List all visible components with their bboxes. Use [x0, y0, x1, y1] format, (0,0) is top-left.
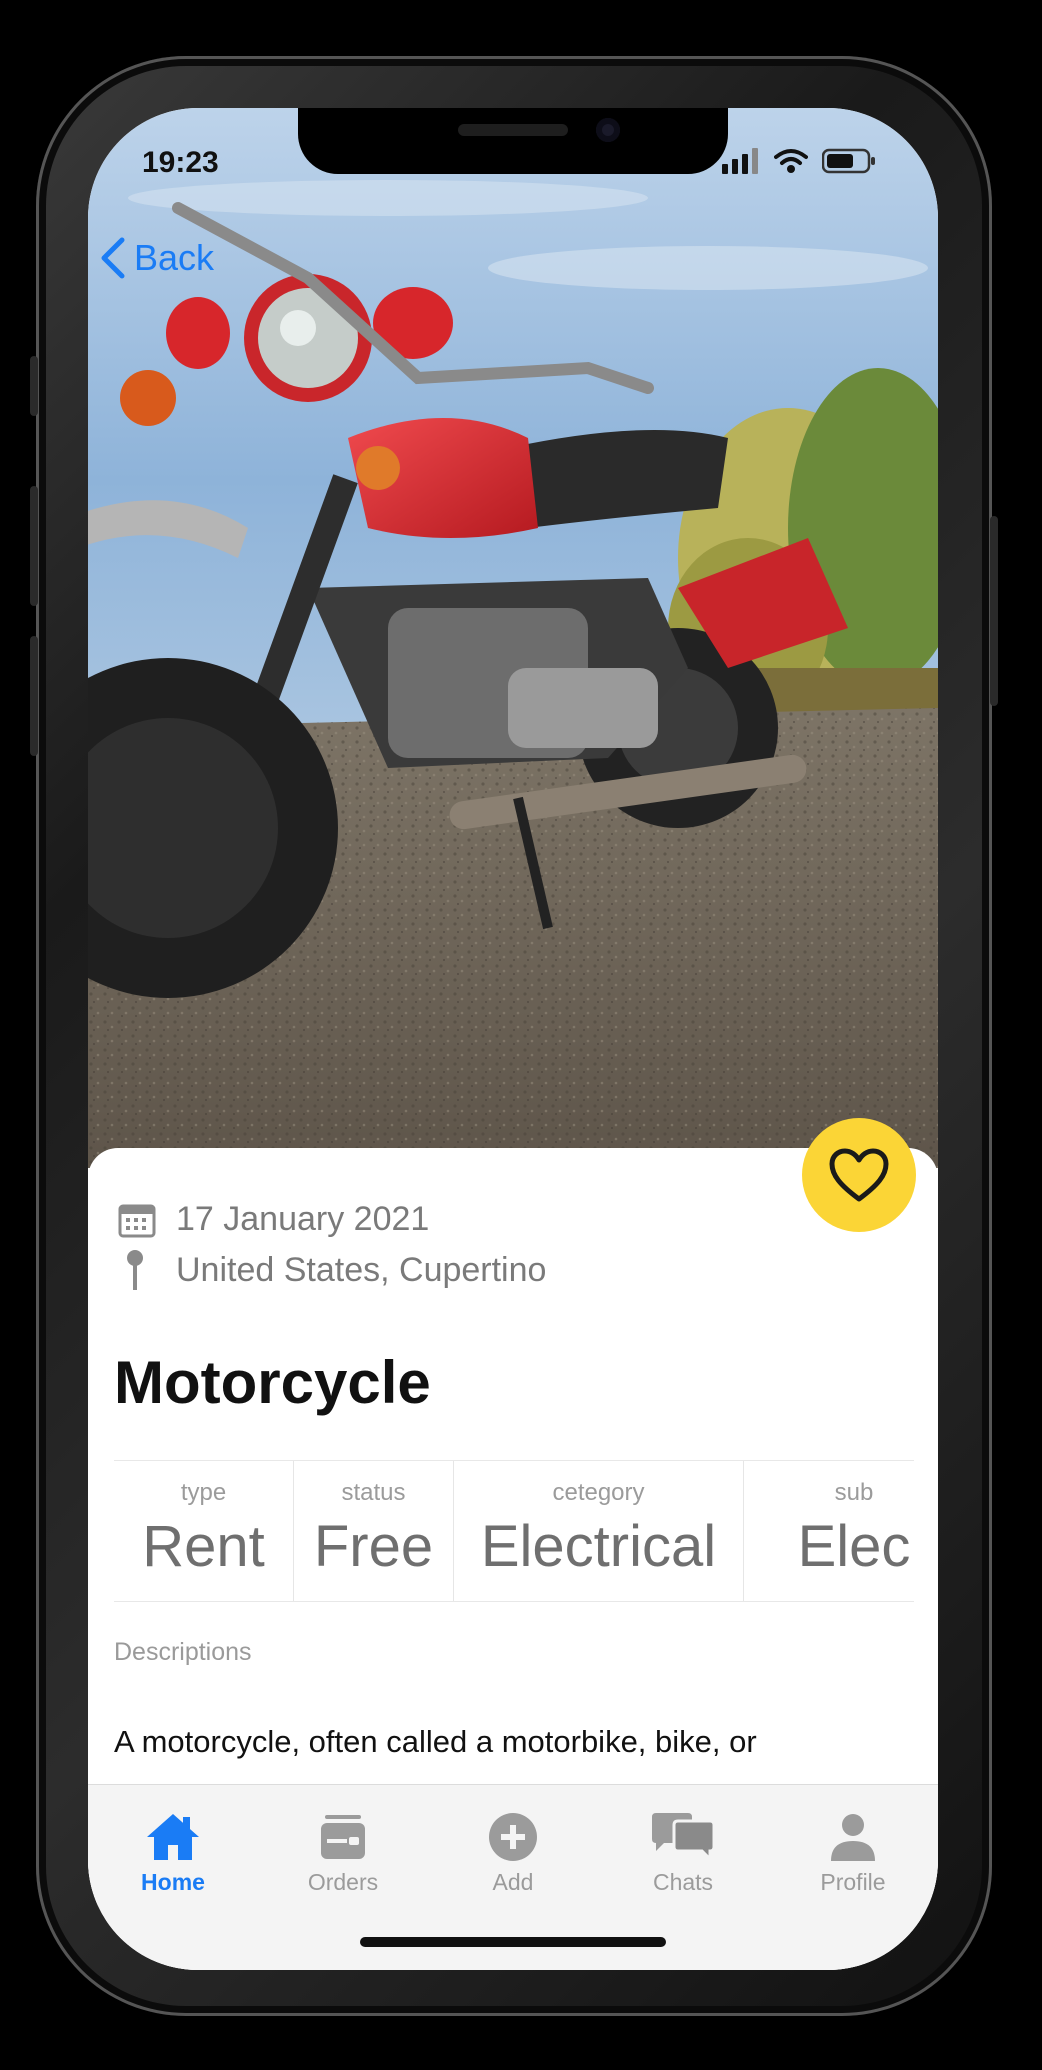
- back-label: Back: [134, 237, 215, 278]
- back-button[interactable]: Back: [100, 236, 214, 280]
- home-indicator[interactable]: [360, 1937, 666, 1947]
- spec-status: status Free: [294, 1461, 454, 1601]
- tab-profile[interactable]: Profile: [768, 1785, 938, 1970]
- listing-photo: [88, 108, 938, 1168]
- tab-chats-label: Chats: [652, 1869, 714, 1895]
- tab-add-label: Add: [492, 1869, 534, 1895]
- favorite-button[interactable]: [802, 1118, 916, 1232]
- add-icon: [489, 1813, 537, 1861]
- status-time: 19:23: [142, 146, 219, 179]
- heart-icon: [829, 1148, 889, 1202]
- tab-profile-label: Profile: [820, 1869, 886, 1895]
- spec-strip[interactable]: type Rent status Free cetegory Electrica…: [114, 1460, 914, 1602]
- listing-title: Motorcycle: [114, 1349, 431, 1416]
- listing-date: 17 January 2021: [176, 1200, 430, 1238]
- tab-home-label: Home: [141, 1869, 205, 1895]
- chevron-left-icon: [101, 237, 125, 279]
- spec-category: cetegory Electrical: [454, 1461, 744, 1601]
- description-label: Descriptions: [114, 1638, 252, 1666]
- listing-date-row: 17 January 2021: [118, 1200, 429, 1239]
- spec-subcategory: sub Elec: [797, 1479, 911, 1579]
- wifi-icon: [774, 149, 808, 173]
- listing-location: United States, Cupertino: [176, 1250, 547, 1289]
- chats-icon: [652, 1813, 716, 1863]
- cellular-signal-icon: [722, 148, 758, 174]
- app-screen: 19:23 Back 17 January 2021 United States…: [88, 108, 938, 1970]
- profile-icon: [831, 1814, 875, 1861]
- orders-icon: [321, 1815, 365, 1859]
- status-bar: 19:23: [88, 108, 938, 188]
- battery-icon: [822, 148, 875, 174]
- calendar-icon: [118, 1204, 156, 1237]
- location-pin-icon: [127, 1250, 143, 1290]
- home-icon: [147, 1814, 199, 1860]
- listing-location-row: United States, Cupertino: [118, 1248, 546, 1292]
- spec-type: type Rent: [114, 1461, 294, 1601]
- tab-orders-label: Orders: [307, 1869, 379, 1895]
- description-text: A motorcycle, often called a motorbike, …: [114, 1724, 757, 1759]
- tab-home[interactable]: Home: [88, 1785, 258, 1970]
